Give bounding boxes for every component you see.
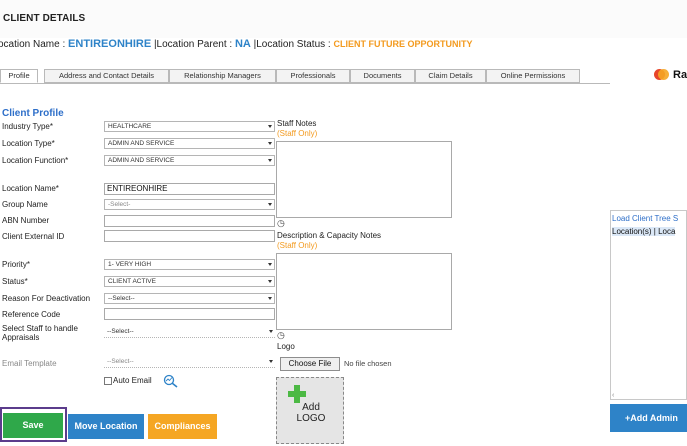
tab-documents[interactable]: Documents bbox=[350, 69, 415, 83]
client-tree-panel: Load Client Tree S Location(s) | Loca bbox=[610, 210, 687, 400]
abn-number-label: ABN Number bbox=[2, 216, 50, 225]
brand-text: Ra bbox=[673, 69, 687, 81]
add-admin-button[interactable]: +Add Admin bbox=[610, 404, 687, 432]
chevron-down-icon bbox=[268, 297, 272, 300]
logo-label: Logo bbox=[277, 342, 295, 351]
location-summary: ocation Name : ENTIREONHIRE |Location Pa… bbox=[0, 38, 472, 50]
add-logo-dropzone[interactable]: Add LOGO bbox=[276, 377, 344, 444]
chevron-down-icon bbox=[268, 159, 272, 162]
priority-value: 1- VERY HIGH bbox=[108, 261, 152, 268]
clock-icon[interactable]: ◷ bbox=[277, 330, 285, 341]
location-function-select[interactable]: ADMIN AND SERVICE bbox=[104, 155, 275, 166]
brand-logo: Ra bbox=[654, 68, 687, 82]
chevron-down-icon bbox=[268, 142, 272, 145]
chevron-down-icon bbox=[269, 360, 273, 363]
location-name-label: ocation Name : bbox=[0, 39, 66, 50]
status-label: Status* bbox=[2, 277, 28, 286]
location-type-label: Location Type* bbox=[2, 139, 55, 148]
location-function-value: ADMIN AND SERVICE bbox=[108, 157, 175, 164]
staff-appraisals-label-line2: Appraisals bbox=[2, 333, 40, 342]
group-name-select[interactable]: -Select- bbox=[104, 199, 275, 210]
status-select[interactable]: CLIENT ACTIVE bbox=[104, 276, 275, 287]
staff-appraisals-value: --Select-- bbox=[107, 328, 134, 335]
load-client-tree-link[interactable]: Load Client Tree S bbox=[612, 214, 678, 223]
location-function-label: Location Function* bbox=[2, 156, 69, 165]
chevron-down-icon bbox=[268, 125, 272, 128]
tab-profile[interactable]: Profile bbox=[0, 69, 38, 83]
staff-notes-label: Staff Notes bbox=[277, 119, 317, 128]
move-location-button[interactable]: Move Location bbox=[68, 414, 144, 439]
industry-type-value: HEALTHCARE bbox=[108, 123, 152, 130]
location-parent-value: NA bbox=[234, 38, 251, 50]
add-logo-line1: Add bbox=[302, 402, 320, 413]
email-template-label: Email Template bbox=[2, 359, 57, 368]
reason-deactivation-select[interactable]: --Select-- bbox=[104, 293, 275, 304]
tab-address-contact[interactable]: Address and Contact Details bbox=[44, 69, 169, 83]
description-notes-label: Description & Capacity Notes bbox=[277, 231, 382, 240]
location-status-value: CLIENT FUTURE OPPORTUNITY bbox=[333, 39, 473, 49]
compliances-button[interactable]: Compliances bbox=[148, 414, 217, 439]
page-title: CLIENT DETAILS bbox=[3, 13, 86, 24]
chevron-down-icon bbox=[268, 280, 272, 283]
staff-appraisals-select[interactable]: --Select-- bbox=[104, 327, 275, 338]
location-name-input[interactable]: ENTIREONHIRE bbox=[104, 183, 275, 195]
header-bar bbox=[0, 0, 687, 38]
location-name-value: ENTIREONHIRE bbox=[68, 38, 152, 50]
staff-appraisals-label-line1: Select Staff to handle bbox=[2, 324, 78, 333]
location-status-label: |Location Status : bbox=[253, 39, 331, 50]
add-logo-text: Add LOGO bbox=[277, 402, 345, 424]
auto-email-option[interactable]: Auto Email bbox=[104, 376, 152, 385]
auto-email-checkbox[interactable] bbox=[104, 376, 112, 385]
location-name-field-label: Location Name* bbox=[2, 184, 59, 193]
staff-notes-textarea[interactable] bbox=[276, 141, 452, 218]
reason-deactivation-value: --Select-- bbox=[108, 295, 135, 302]
staff-appraisals-label: Select Staff to handle Appraisals bbox=[2, 324, 78, 342]
email-template-select[interactable]: --Select-- bbox=[104, 357, 275, 368]
location-parent-label: |Location Parent : bbox=[153, 39, 233, 50]
scroll-left-icon[interactable]: ‹ bbox=[612, 392, 614, 399]
industry-type-select[interactable]: HEALTHCARE bbox=[104, 121, 275, 132]
reference-code-label: Reference Code bbox=[2, 310, 61, 319]
client-external-id-input[interactable] bbox=[104, 230, 275, 242]
location-type-value: ADMIN AND SERVICE bbox=[108, 140, 175, 147]
brand-logo-icon bbox=[654, 68, 669, 82]
group-name-label: Group Name bbox=[2, 200, 48, 209]
chevron-down-icon bbox=[268, 263, 272, 266]
chevron-down-icon bbox=[269, 330, 273, 333]
auto-email-label: Auto Email bbox=[113, 376, 152, 385]
email-template-value: --Select-- bbox=[107, 358, 134, 365]
reason-deactivation-label: Reason For Deactivation bbox=[2, 294, 91, 303]
priority-select[interactable]: 1- VERY HIGH bbox=[104, 259, 275, 270]
tab-relationship-managers[interactable]: Relationship Managers bbox=[169, 69, 276, 83]
tab-claim-details[interactable]: Claim Details bbox=[415, 69, 486, 83]
staff-only-note-2: (Staff Only) bbox=[277, 241, 318, 250]
status-value: CLIENT ACTIVE bbox=[108, 278, 156, 285]
industry-type-label: Industry Type* bbox=[2, 122, 53, 131]
tab-professionals[interactable]: Professionals bbox=[276, 69, 350, 83]
clock-icon[interactable]: ◷ bbox=[277, 218, 285, 229]
chevron-down-icon bbox=[268, 203, 272, 206]
email-preview-icon[interactable] bbox=[163, 374, 179, 388]
tab-divider bbox=[0, 83, 610, 84]
plus-icon bbox=[288, 385, 306, 403]
reference-code-input[interactable] bbox=[104, 308, 275, 320]
choose-file-button[interactable]: Choose File bbox=[280, 357, 340, 371]
description-notes-textarea[interactable] bbox=[276, 253, 452, 330]
no-file-text: No file chosen bbox=[344, 359, 392, 368]
save-button[interactable]: Save bbox=[3, 413, 63, 438]
abn-number-input[interactable] bbox=[104, 215, 275, 227]
client-profile-heading: Client Profile bbox=[2, 108, 64, 119]
staff-only-note-1: (Staff Only) bbox=[277, 129, 318, 138]
tab-online-permissions[interactable]: Online Permissions bbox=[486, 69, 580, 83]
location-type-select[interactable]: ADMIN AND SERVICE bbox=[104, 138, 275, 149]
priority-label: Priority* bbox=[2, 260, 31, 269]
add-logo-line2: LOGO bbox=[296, 413, 326, 424]
tree-location-header: Location(s) | Loca bbox=[612, 227, 676, 236]
tab-bar: Profile Address and Contact Details Rela… bbox=[0, 69, 610, 83]
group-name-value: -Select- bbox=[108, 201, 131, 208]
client-external-id-label: Client External ID bbox=[2, 232, 65, 241]
